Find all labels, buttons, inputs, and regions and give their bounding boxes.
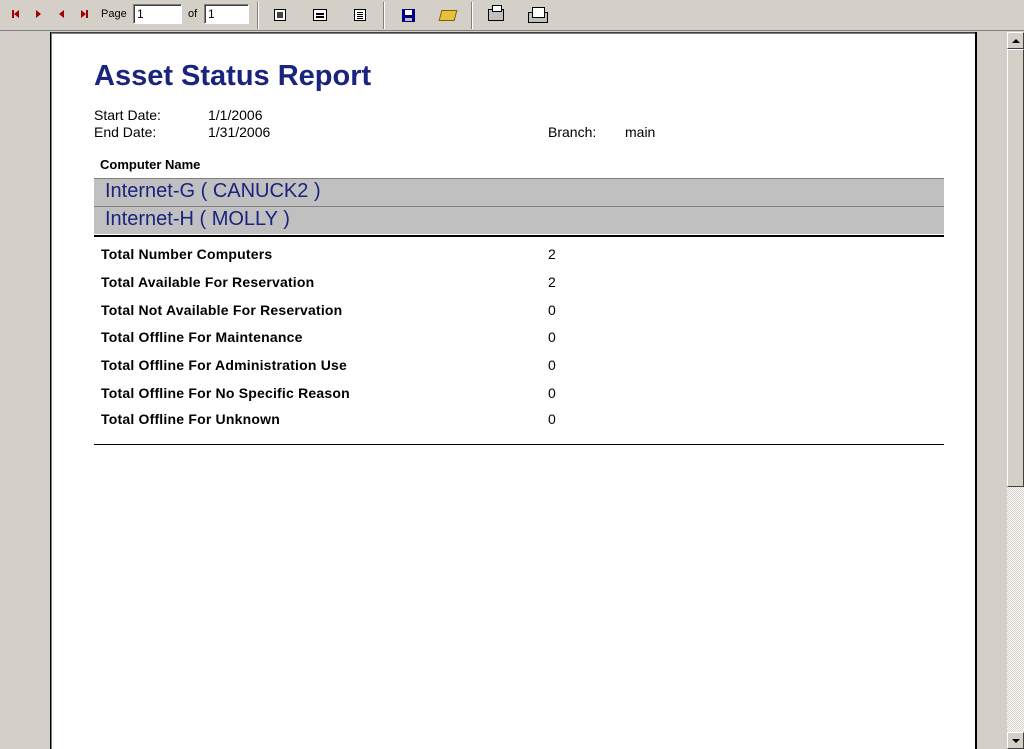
report-title: Asset Status Report xyxy=(94,60,372,92)
start-date-value: 1/1/2006 xyxy=(208,107,263,123)
save-button[interactable] xyxy=(398,6,418,24)
scroll-up-button[interactable] xyxy=(1007,32,1024,49)
computer-row: Internet-G ( CANUCK2 ) xyxy=(94,178,944,206)
total-value: 2 xyxy=(548,274,556,290)
first-page-icon xyxy=(11,10,19,18)
right-gutter xyxy=(975,32,1007,749)
page-label: Page xyxy=(101,8,127,20)
scrollbar-thumb[interactable] xyxy=(1007,49,1024,487)
report-footer-rule xyxy=(94,444,944,445)
computer-name: Internet-H ( MOLLY ) xyxy=(105,208,290,230)
last-page-button[interactable] xyxy=(78,7,90,21)
total-pages-field xyxy=(204,4,249,24)
computer-row: Internet-H ( MOLLY ) xyxy=(94,206,944,234)
column-header-computer-name: Computer Name xyxy=(100,157,201,172)
last-page-icon xyxy=(80,10,88,18)
toolbar-separator xyxy=(471,2,473,29)
whole-page-icon xyxy=(274,9,286,21)
open-button[interactable] xyxy=(438,6,458,24)
multiple-pages-icon xyxy=(354,9,366,21)
page-number-input[interactable] xyxy=(133,4,182,24)
end-date-label: End Date: xyxy=(94,124,157,140)
whole-page-button[interactable] xyxy=(270,6,290,24)
print-icon xyxy=(488,5,504,21)
group-bottom-rule xyxy=(94,235,944,237)
report-viewer-toolbar: Page of xyxy=(0,0,1024,31)
next-page-icon xyxy=(35,10,41,18)
total-value: 0 xyxy=(548,302,556,318)
branch-value: main xyxy=(625,124,656,140)
of-label: of xyxy=(188,8,198,20)
print-button[interactable] xyxy=(486,5,506,24)
open-icon xyxy=(438,9,458,21)
toolbar-separator xyxy=(383,2,385,29)
multiple-pages-button[interactable] xyxy=(350,6,370,24)
previous-page-icon xyxy=(58,10,64,18)
total-label: Total Number Computers xyxy=(101,246,273,262)
end-date-value: 1/31/2006 xyxy=(208,124,271,140)
total-label: Total Offline For No Specific Reason xyxy=(101,385,350,401)
arrow-down-icon xyxy=(1011,738,1020,743)
total-label: Total Not Available For Reservation xyxy=(101,302,343,318)
save-icon xyxy=(401,8,415,22)
scroll-down-button[interactable] xyxy=(1007,732,1024,749)
left-gutter xyxy=(0,32,51,749)
toolbar-separator xyxy=(257,2,259,29)
total-value: 0 xyxy=(548,385,556,401)
next-page-button[interactable] xyxy=(32,7,44,21)
export-button[interactable] xyxy=(524,6,550,24)
branch-label: Branch: xyxy=(548,124,597,140)
export-icon xyxy=(526,6,548,24)
arrow-up-icon xyxy=(1011,38,1020,43)
page-width-button[interactable] xyxy=(310,6,330,24)
computer-name: Internet-G ( CANUCK2 ) xyxy=(105,180,321,202)
total-value: 0 xyxy=(548,357,556,373)
total-value: 2 xyxy=(548,246,556,262)
total-value: 0 xyxy=(548,411,556,427)
page-width-icon xyxy=(313,9,327,21)
vertical-scrollbar[interactable] xyxy=(1007,32,1024,749)
total-value: 0 xyxy=(548,329,556,345)
total-label: Total Offline For Administration Use xyxy=(101,357,347,373)
previous-page-button[interactable] xyxy=(55,7,67,21)
total-label: Total Offline For Unknown xyxy=(101,411,280,427)
first-page-button[interactable] xyxy=(9,7,21,21)
total-label: Total Offline For Maintenance xyxy=(101,329,303,345)
start-date-label: Start Date: xyxy=(94,107,161,123)
total-label: Total Available For Reservation xyxy=(101,274,315,290)
